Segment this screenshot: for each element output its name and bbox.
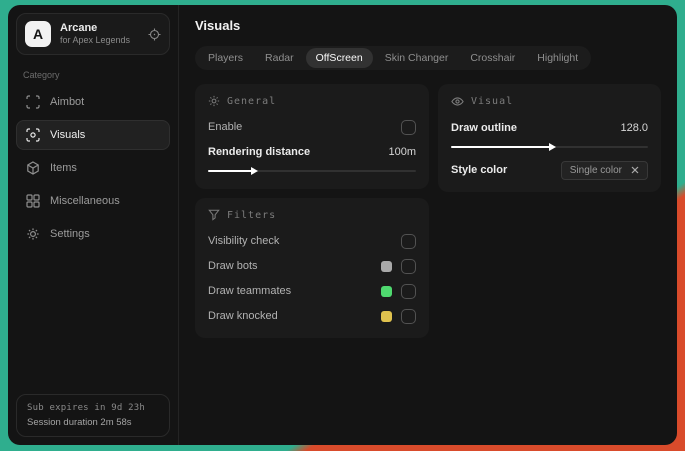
tab-highlight[interactable]: Highlight — [527, 48, 588, 68]
sidebar-item-label: Miscellaneous — [50, 195, 120, 207]
draw-teammates-row: Draw teammates — [208, 280, 416, 302]
sidebar-item-label: Aimbot — [50, 96, 85, 108]
eye-icon — [451, 95, 464, 108]
visibility-check-label: Visibility check — [208, 235, 280, 247]
rendering-distance-value: 100m — [388, 146, 416, 158]
slider-fill — [451, 143, 555, 151]
sidebar-item-aimbot[interactable]: Aimbot — [16, 87, 170, 117]
sidebar-item-label: Items — [50, 162, 77, 174]
tab-offscreen[interactable]: OffScreen — [305, 48, 373, 68]
general-panel: General Enable Rendering distance 100m — [195, 84, 429, 189]
sidebar-item-label: Visuals — [50, 129, 86, 141]
left-column: General Enable Rendering distance 100m F… — [195, 84, 429, 338]
visibility-check-checkbox[interactable] — [401, 233, 416, 249]
sidebar-item-label: Settings — [50, 228, 90, 240]
visual-panel-header: Visual — [451, 95, 648, 108]
app-subtitle: for Apex Legends — [60, 35, 131, 46]
visual-panel: Visual Draw outline 128.0 Style color Si… — [438, 84, 661, 192]
draw-outline-label: Draw outline — [451, 122, 518, 134]
enable-row: Enable — [208, 116, 416, 138]
rendering-distance-label: Rendering distance — [208, 146, 311, 158]
style-color-row: Style color Single color — [451, 159, 648, 181]
app-name: Arcane — [60, 21, 98, 34]
sidebar: A Arcane for Apex Legends Category Aimbo… — [8, 5, 179, 445]
draw-outline-value: 128.0 — [620, 122, 648, 134]
draw-bots-color-swatch[interactable] — [381, 260, 392, 272]
slider-fill — [208, 167, 258, 175]
sub-expires-text: Sub expires in 9d 23h — [27, 403, 145, 413]
enable-label: Enable — [208, 121, 243, 133]
style-color-value: Single color — [569, 164, 622, 176]
draw-knocked-row: Draw knocked — [208, 305, 416, 327]
cube-icon — [26, 161, 40, 175]
target-icon[interactable] — [148, 28, 161, 41]
sidebar-item-miscellaneous[interactable]: Miscellaneous — [16, 186, 170, 216]
draw-bots-label: Draw bots — [208, 260, 258, 272]
filters-panel: Filters Visibility check Draw bots Draw … — [195, 198, 429, 338]
draw-outline-slider[interactable] — [451, 142, 648, 152]
general-panel-header: General — [208, 95, 416, 107]
draw-bots-row: Draw bots — [208, 255, 416, 277]
app-title-block: Arcane for Apex Legends — [60, 22, 130, 47]
draw-teammates-color-swatch[interactable] — [381, 285, 392, 297]
draw-knocked-label: Draw knocked — [208, 310, 278, 322]
style-color-select[interactable]: Single color — [560, 160, 648, 180]
tab-skin-changer[interactable]: Skin Changer — [375, 48, 459, 68]
rendering-distance-slider[interactable] — [208, 166, 416, 176]
rendering-distance-row: Rendering distance 100m — [208, 141, 416, 163]
draw-outline-row: Draw outline 128.0 — [451, 117, 648, 139]
sun-icon — [208, 95, 220, 107]
style-color-label: Style color — [451, 164, 508, 176]
visibility-check-row: Visibility check — [208, 230, 416, 252]
tab-players[interactable]: Players — [198, 48, 253, 68]
enable-checkbox[interactable] — [401, 119, 416, 135]
app-header-card: A Arcane for Apex Legends — [16, 13, 170, 55]
app-logo: A — [25, 21, 51, 47]
app-window: A Arcane for Apex Legends Category Aimbo… — [8, 5, 677, 445]
main-content: Visuals Players Radar OffScreen Skin Cha… — [179, 5, 677, 445]
panels-area: General Enable Rendering distance 100m F… — [195, 84, 661, 338]
funnel-icon — [208, 209, 220, 221]
draw-teammates-label: Draw teammates — [208, 285, 292, 297]
subscription-card: Sub expires in 9d 23h Session duration 2… — [16, 394, 170, 437]
right-column: Visual Draw outline 128.0 Style color Si… — [438, 84, 661, 192]
tab-radar[interactable]: Radar — [255, 48, 304, 68]
draw-teammates-checkbox[interactable] — [401, 283, 416, 299]
focus-frame-icon — [26, 95, 40, 109]
sidebar-item-settings[interactable]: Settings — [16, 219, 170, 249]
sidebar-item-visuals[interactable]: Visuals — [16, 120, 170, 150]
tab-crosshair[interactable]: Crosshair — [460, 48, 525, 68]
tab-bar: Players Radar OffScreen Skin Changer Cro… — [195, 46, 592, 70]
gear-icon — [26, 227, 40, 241]
general-panel-title: General — [227, 95, 277, 107]
category-label: Category — [23, 70, 60, 80]
filters-panel-header: Filters — [208, 209, 416, 221]
visual-panel-title: Visual — [471, 96, 514, 107]
grid-icon — [26, 194, 40, 208]
draw-bots-checkbox[interactable] — [401, 258, 416, 274]
page-title: Visuals — [195, 18, 241, 33]
sidebar-item-items[interactable]: Items — [16, 153, 170, 183]
eye-scan-icon — [26, 128, 40, 142]
session-duration-text: Session duration 2m 58s — [27, 417, 132, 428]
filters-panel-title: Filters — [227, 209, 277, 221]
draw-knocked-checkbox[interactable] — [401, 308, 416, 324]
draw-knocked-color-swatch[interactable] — [381, 310, 392, 322]
close-icon[interactable] — [631, 166, 639, 174]
